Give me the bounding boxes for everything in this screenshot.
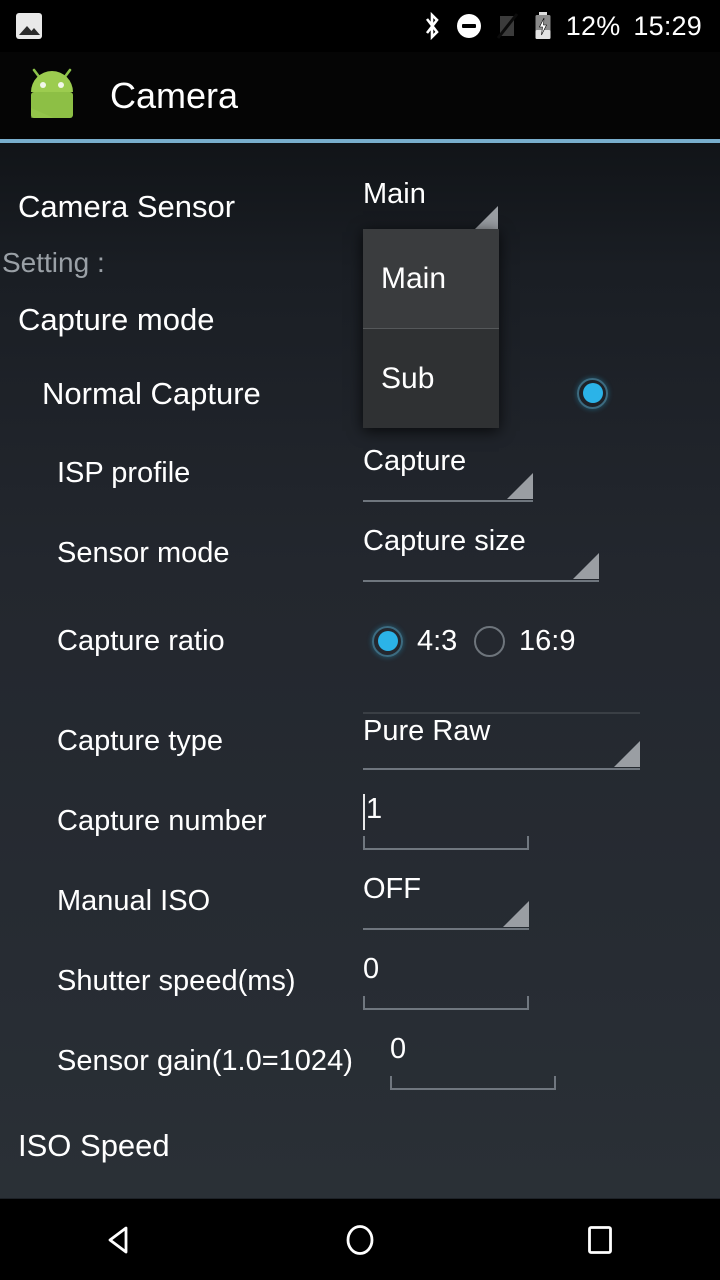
- isp-profile-spinner[interactable]: Capture: [363, 444, 533, 502]
- settings-content: Camera Sensor Main Setting : Capture mod…: [0, 143, 720, 1199]
- status-bar: 12% 15:29: [0, 0, 720, 52]
- row-capture-type: Capture type Pure Raw: [0, 711, 720, 771]
- chevron-down-icon: [507, 473, 533, 499]
- photo-icon: [16, 13, 42, 39]
- isp-profile-label: ISP profile: [57, 456, 191, 489]
- manual-iso-value: OFF: [363, 873, 421, 905]
- navigation-bar: [0, 1198, 720, 1280]
- back-icon: [108, 1226, 128, 1253]
- chevron-down-icon: [573, 553, 599, 579]
- bluetooth-icon: [425, 11, 439, 41]
- capture-type-spinner[interactable]: Pure Raw: [363, 712, 640, 770]
- shutter-speed-label: Shutter speed(ms): [57, 964, 296, 997]
- shutter-speed-value: 0: [363, 953, 380, 985]
- nav-home-button[interactable]: [300, 1199, 420, 1280]
- camera-sensor-spinner[interactable]: Main: [363, 177, 498, 235]
- row-capture-ratio: Capture ratio 4:3 16:9: [0, 616, 720, 666]
- android-robot-icon: [31, 68, 73, 118]
- capture-number-label: Capture number: [57, 804, 267, 837]
- input-underline: [363, 996, 529, 1010]
- recents-icon: [588, 1225, 612, 1254]
- do-not-disturb-icon: [456, 14, 481, 38]
- capture-ratio-label-4-3: 4:3: [417, 624, 458, 657]
- manual-iso-spinner[interactable]: OFF: [363, 872, 529, 930]
- input-underline: [390, 1076, 556, 1090]
- input-underline: [363, 836, 529, 850]
- chevron-down-icon: [614, 741, 640, 767]
- row-sensor-gain: Sensor gain(1.0=1024) 0: [0, 1031, 720, 1091]
- normal-capture-label: Normal Capture: [42, 375, 261, 411]
- row-iso-speed: ISO Speed: [0, 1121, 720, 1169]
- capture-type-value: Pure Raw: [363, 715, 491, 747]
- sensor-gain-label: Sensor gain(1.0=1024): [57, 1044, 353, 1077]
- nav-back-button[interactable]: [60, 1199, 180, 1280]
- capture-ratio-radio-4-3[interactable]: [372, 625, 403, 657]
- dropdown-item-main[interactable]: Main: [363, 229, 499, 328]
- battery-percent: 12%: [565, 10, 621, 41]
- battery-charging-icon: [535, 12, 551, 39]
- sensor-gain-value: 0: [390, 1033, 407, 1065]
- sensor-gain-input[interactable]: 0: [390, 1032, 556, 1090]
- nav-recents-button[interactable]: [540, 1199, 660, 1280]
- dropdown-item-sub[interactable]: Sub: [363, 329, 499, 428]
- capture-ratio-label-16-9: 16:9: [519, 624, 576, 657]
- row-shutter-speed: Shutter speed(ms) 0: [0, 951, 720, 1011]
- normal-capture-radio[interactable]: [577, 377, 608, 409]
- capture-ratio-option-16-9[interactable]: 16:9: [474, 624, 576, 657]
- clock: 15:29: [633, 10, 702, 41]
- capture-number-value: 1: [366, 793, 383, 825]
- sensor-mode-label: Sensor mode: [57, 536, 230, 569]
- row-isp-profile: ISP profile Capture: [0, 443, 720, 503]
- capture-ratio-radio-16-9[interactable]: [474, 625, 505, 657]
- capture-mode-label: Capture mode: [18, 301, 215, 337]
- row-capture-mode: Capture mode: [0, 295, 720, 343]
- status-bar-right: 12% 15:29: [422, 11, 720, 41]
- text-cursor: [363, 794, 365, 830]
- row-capture-number: Capture number 1: [0, 791, 720, 851]
- row-camera-sensor: Camera Sensor Main: [0, 176, 720, 236]
- row-normal-capture[interactable]: Normal Capture: [0, 368, 720, 418]
- row-sensor-mode: Sensor mode Capture size: [0, 523, 720, 583]
- camera-sensor-label: Camera Sensor: [18, 188, 236, 224]
- setting-header-label: Setting :: [2, 247, 105, 278]
- capture-number-input[interactable]: 1: [363, 792, 529, 850]
- row-setting-header: Setting :: [0, 241, 720, 285]
- sensor-mode-spinner[interactable]: Capture size: [363, 524, 599, 582]
- camera-sensor-value: Main: [363, 178, 426, 210]
- iso-speed-header: ISO Speed: [18, 1127, 170, 1163]
- chevron-down-icon: [503, 901, 529, 927]
- camera-sensor-dropdown[interactable]: Main Sub: [363, 229, 499, 428]
- page-title: Camera: [110, 74, 239, 116]
- capture-ratio-option-4-3[interactable]: 4:3: [372, 624, 458, 657]
- phone-screen: 12% 15:29 Camera Camera Sensor Main Sett…: [0, 0, 720, 1280]
- status-bar-left: [0, 13, 42, 39]
- row-manual-iso: Manual ISO OFF: [0, 871, 720, 931]
- capture-type-label: Capture type: [57, 724, 224, 757]
- isp-profile-value: Capture: [363, 445, 467, 477]
- home-icon: [346, 1224, 374, 1255]
- manual-iso-label: Manual ISO: [57, 884, 211, 917]
- sensor-mode-value: Capture size: [363, 525, 526, 557]
- app-bar: Camera: [0, 52, 720, 139]
- signal-off-icon: [496, 13, 518, 39]
- shutter-speed-input[interactable]: 0: [363, 952, 529, 1010]
- capture-ratio-label: Capture ratio: [57, 624, 225, 657]
